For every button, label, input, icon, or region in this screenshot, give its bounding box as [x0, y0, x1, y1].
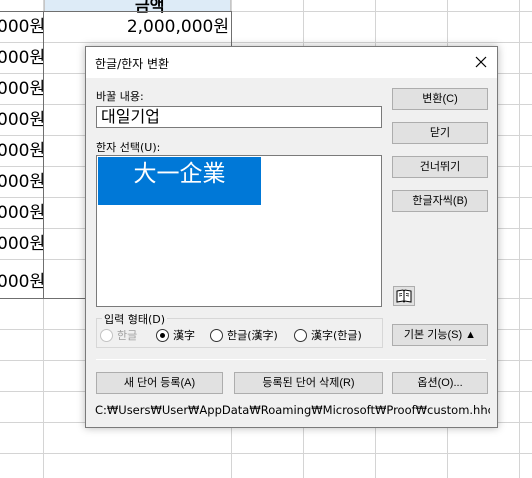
close-button[interactable]: 닫기	[392, 122, 488, 144]
column-b-header-cell[interactable]: 금액	[44, 0, 231, 15]
table-border	[43, 11, 44, 299]
hanja-list-label: 한자 선택(U):	[96, 141, 161, 154]
radio-selected-dot	[160, 333, 165, 338]
grid-line	[0, 42, 532, 43]
cell-a[interactable]: 000원	[0, 43, 43, 73]
add-word-button[interactable]: 새 단어 등록(A)	[96, 372, 223, 394]
dictionary-book-button[interactable]	[393, 286, 415, 306]
table-border	[231, 11, 232, 46]
replace-content-input[interactable]: 대일기업	[96, 106, 382, 128]
skip-button[interactable]: 건너뛰기	[392, 156, 488, 178]
char-by-char-button[interactable]: 한글자씩(B)	[392, 190, 488, 212]
cell-a-text: 000원	[0, 48, 43, 68]
cell-a[interactable]: 000원	[0, 105, 43, 135]
radio-circle	[156, 329, 169, 342]
cell-a-text: 000원	[0, 234, 43, 254]
radio-label: 漢字	[173, 329, 195, 342]
grid-line	[0, 453, 532, 454]
radio-label: 한글	[117, 329, 138, 342]
cell-a[interactable]: 000원	[0, 198, 43, 228]
input-form-legend: 입력 형태(D)	[102, 311, 168, 327]
delete-word-button[interactable]: 등록된 단어 삭제(R)	[234, 372, 383, 394]
dialog-titlebar[interactable]: 한글/한자 변환	[86, 47, 497, 78]
radio-label: 한글(漢字)	[227, 329, 278, 342]
options-button[interactable]: 옵션(O)...	[392, 372, 488, 394]
hanja-list-item-selected[interactable]: 大一企業	[98, 157, 261, 205]
cell-b2[interactable]: 2,000,000원	[46, 12, 229, 42]
column-a-header-cell	[0, 0, 44, 11]
cell-a-text: 000원	[0, 172, 43, 192]
dialog-title: 한글/한자 변환	[95, 57, 170, 71]
cell-a-text: 000원	[0, 79, 43, 99]
cell-a-text: 000원	[0, 203, 43, 223]
separator	[96, 359, 486, 360]
input-label: 바꿀 내용:	[96, 90, 144, 103]
basic-functions-button[interactable]: 기본 기능(S) ▲	[392, 324, 488, 346]
cell-a-text: 000원	[0, 272, 43, 292]
cell-a-text: 000원	[0, 110, 43, 130]
dictionary-path: C:₩Users₩User₩AppData₩Roaming₩Microsoft₩…	[95, 403, 490, 417]
hanja-conversion-dialog: 한글/한자 변환 바꿀 내용: 대일기업 한자 선택(U): 大一企業 변환(C…	[85, 46, 498, 428]
radio-label: 漢字(한글)	[311, 329, 362, 342]
cell-a[interactable]: 000원	[0, 12, 43, 42]
radio-circle	[294, 329, 307, 342]
radio-circle	[100, 329, 113, 342]
radio-hangul-hanja[interactable]: 한글(漢字)	[210, 329, 290, 343]
radio-hanja[interactable]: 漢字	[156, 329, 204, 343]
cell-a-text: 000원	[0, 17, 43, 37]
radio-hanja-hangul[interactable]: 漢字(한글)	[294, 329, 374, 343]
cell-a-text: 000원	[0, 141, 43, 161]
cell-a[interactable]: 000원	[0, 74, 43, 104]
cell-a[interactable]: 000원	[0, 167, 43, 197]
cell-a[interactable]: 000원	[0, 136, 43, 166]
hanja-listbox[interactable]: 大一企業	[96, 155, 382, 307]
book-icon	[396, 289, 412, 303]
close-icon[interactable]	[469, 50, 493, 74]
grid-line	[519, 0, 520, 478]
radio-hangul[interactable]: 한글	[100, 329, 148, 343]
convert-button[interactable]: 변환(C)	[392, 88, 488, 110]
cell-a[interactable]: 000원	[0, 229, 43, 259]
radio-circle	[210, 329, 223, 342]
cell-a[interactable]: 000원	[0, 267, 43, 297]
